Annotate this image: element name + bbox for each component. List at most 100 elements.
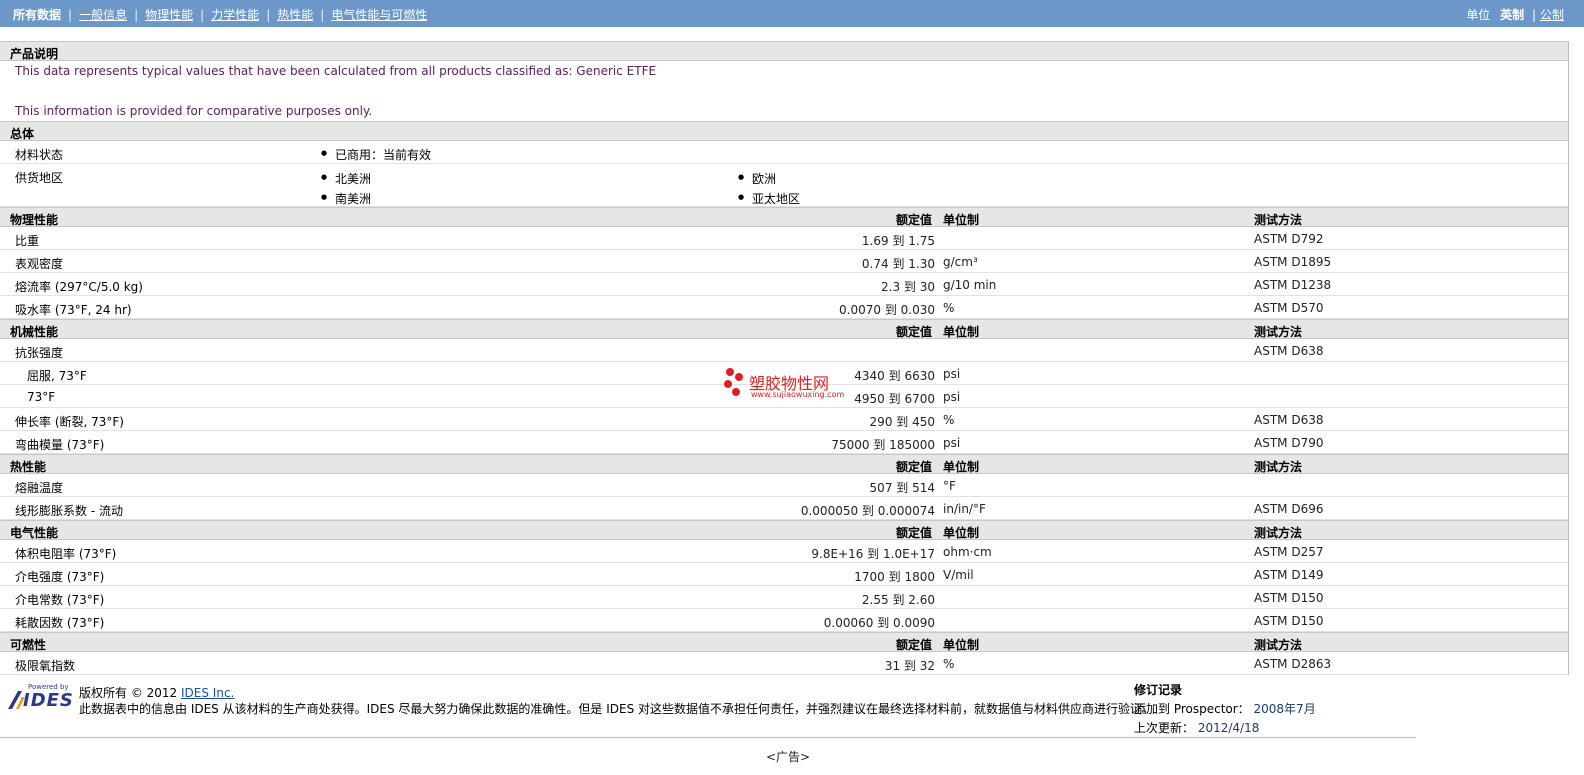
col-header-test: 测试方法 [1254,460,1303,474]
footer: Powered by IDES 版权所有 © 2012 IDES Inc. 此数… [0,675,1416,738]
row-label: 材料状态 [15,148,64,162]
property-name: 线形膨胀系数 - 流动 [15,504,123,518]
tab-mechanical[interactable]: 力学性能 [211,8,259,22]
col-header-test: 测试方法 [1254,325,1303,339]
nav-separator: | [68,8,73,22]
product-description-1: This data represents typical values that… [15,64,657,78]
property-row: 伸长率 (断裂, 73°F) 290 到 450% ASTM D638 [0,408,1568,431]
unit-value: °F [943,479,956,493]
units-metric-link[interactable]: 公制 [1540,8,1564,22]
nominal-value: 0.00060 到 0.0090 [823,616,935,630]
property-name: 体积电阻率 (73°F) [15,547,117,561]
tab-electrical-flammability[interactable]: 电气性能与可燃性 [331,8,427,22]
property-name: 极限氧指数 [15,659,76,673]
unit-value: in/in/°F [943,502,986,516]
property-name: 熔融温度 [15,481,64,495]
section-title: 电气性能 [10,526,59,540]
property-name: 屈服, 73°F [27,369,87,383]
watermark-url: www.sujiaowuxing.com [751,390,845,399]
nav-separator: | [200,8,205,22]
nominal-value: 75000 到 185000 [831,438,935,452]
tab-physical[interactable]: 物理性能 [145,8,193,22]
test-method: ASTM D150 [1254,614,1324,628]
unit-value: % [943,657,955,671]
property-row: 体积电阻率 (73°F) 9.8E+16 到 1.0E+17 ohm·cm ASTM … [0,540,1568,563]
nominal-value: 507 到 514 [869,481,935,495]
property-row: 熔融温度 507 到 514 °F [0,474,1568,497]
section-header: 物理性能 额定值 单位制 测试方法 [0,207,1568,227]
tab-all-data[interactable]: 所有数据 [13,8,61,22]
nav-separator: | [134,8,139,22]
disclaimer: 此数据表中的信息由 IDES 从该材料的生产商处获得。IDES 尽最大努力确保此… [79,702,1155,716]
test-method: ASTM D570 [1254,301,1324,315]
copyright-line: 版权所有 © 2012 IDES Inc. [79,684,234,701]
unit-switcher: 单位 英制 | 公制 [1466,6,1564,23]
tab-thermal[interactable]: 热性能 [277,8,313,22]
section-header: 热性能 额定值 单位制 测试方法 [0,454,1568,474]
col-header-test: 测试方法 [1254,638,1303,652]
test-method: ASTM D638 [1254,413,1324,427]
product-description-2: This information is provided for compara… [15,104,373,118]
col-header-nominal: 额定值 [896,213,933,227]
unit-value: % [943,301,955,315]
col-header-unit: 单位制 [943,460,980,474]
unit-value: V/mil [943,568,974,582]
test-method: ASTM D792 [1254,232,1324,246]
added-value: 2008年7月 [1253,702,1316,716]
property-name: 73°F [27,390,56,404]
test-method: ASTM D1238 [1254,278,1332,292]
units-label: 单位 [1466,8,1491,22]
ides-logo: Powered by IDES [6,683,73,711]
nominal-value: 2.3 到 30 [881,280,935,294]
added-label: 添加到 Prospector： [1134,702,1250,716]
col-header-unit: 单位制 [943,325,980,339]
status-value: 已商用：当前有效 [321,146,431,163]
unit-value: g/cm³ [943,255,978,269]
test-method: ASTM D257 [1254,545,1324,559]
nominal-value: 2.55 到 2.60 [861,593,935,607]
property-name: 比重 [15,234,40,248]
unit-value: % [943,413,955,427]
property-row: 抗张强度 ASTM D638 [0,339,1568,362]
unit-value: ohm·cm [943,545,992,559]
property-name: 介电常数 (73°F) [15,593,105,607]
tab-general-info[interactable]: 一般信息 [79,8,127,22]
property-name: 弯曲模量 (73°F) [15,438,105,452]
nominal-value: 31 到 32 [884,659,935,673]
property-name: 吸水率 (73°F, 24 hr) [15,303,132,317]
units-english-option[interactable]: 英制 [1500,8,1524,22]
section-title: 总体 [10,127,35,141]
property-row: 比重 1.69 到 1.75 ASTM D792 [0,227,1568,250]
test-method: ASTM D696 [1254,502,1324,516]
region-item: 欧洲 [738,170,776,187]
property-name: 介电强度 (73°F) [15,570,105,584]
nominal-value: 4340 到 6630 [854,369,935,383]
region-item: 北美洲 [321,170,371,187]
test-method: ASTM D790 [1254,436,1324,450]
col-header-unit: 单位制 [943,213,980,227]
nav-separator: | [320,8,325,22]
unit-value: g/10 min [943,278,997,292]
region-item: 南美洲 [321,190,371,207]
nav-tabs: 所有数据 | 一般信息 | 物理性能 | 力学性能 | 热性能 | 电气性能与可燃性 [13,6,427,23]
property-name: 表观密度 [15,257,64,271]
property-row: 弯曲模量 (73°F) 75000 到 185000 psi ASTM D790 [0,431,1568,454]
property-name: 伸长率 (断裂, 73°F) [15,415,124,429]
test-method: ASTM D2863 [1254,657,1332,671]
nominal-value: 0.74 到 1.30 [861,257,935,271]
property-name: 熔流率 (297°C/5.0 kg) [15,280,143,294]
section-header-product: 产品说明 [0,41,1568,61]
section-title: 可燃性 [10,638,47,652]
test-method: ASTM D149 [1254,568,1324,582]
revision-title: 修订记录 [1134,683,1183,697]
nominal-value: 9.8E+16 到 1.0E+17 [811,547,935,561]
row-supply-regions: 供货地区 北美洲 欧洲 南美洲 亚太地区 [0,164,1568,207]
ad-label: <广告> [766,750,811,764]
col-header-unit: 单位制 [943,526,980,540]
property-row: 介电常数 (73°F) 2.55 到 2.60 ASTM D150 [0,586,1568,609]
unit-value: psi [943,390,961,404]
watermark-logo: 塑胶物性网 www.sujiaowuxing.com [722,364,852,404]
section-header: 电气性能 额定值 单位制 测试方法 [0,520,1568,540]
company-link[interactable]: IDES Inc. [181,686,234,700]
section-header: 机械性能 额定值 单位制 测试方法 [0,319,1568,339]
